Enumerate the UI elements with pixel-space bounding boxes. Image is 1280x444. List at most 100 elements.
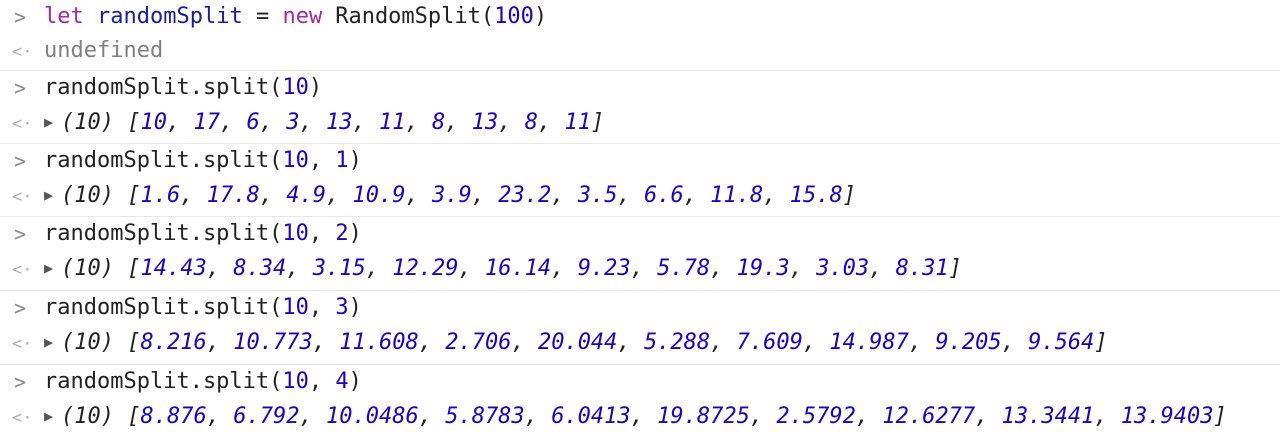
array-item-value: 11.8 bbox=[710, 183, 764, 208]
close-paren: ) bbox=[533, 4, 548, 29]
console-input-code[interactable]: randomSplit.split(10, 1) bbox=[44, 148, 362, 173]
console-input-row[interactable]: > randomSplit.split(10, 4) bbox=[0, 364, 1280, 400]
result-arrow-icon: <· bbox=[12, 334, 33, 354]
array-result[interactable]: ▶ (10) [8.216, 10.773, 11.608, 2.706, 20.… bbox=[44, 330, 1108, 355]
class-name: RandomSplit( bbox=[335, 4, 495, 29]
array-separator: , bbox=[206, 256, 234, 281]
array-separator: , bbox=[630, 256, 658, 281]
console-output-row: <· undefined bbox=[0, 34, 1280, 70]
array-separator: , bbox=[299, 404, 326, 429]
array-result[interactable]: ▶ (10) [14.43, 8.34, 3.15, 12.29, 16.14, … bbox=[44, 256, 962, 281]
array-item-value: 17.8 bbox=[206, 183, 260, 208]
method-call: randomSplit.split( bbox=[44, 221, 283, 246]
array-item-value: 20.044 bbox=[537, 330, 618, 355]
array-separator: , bbox=[511, 330, 538, 355]
assign-operator: = bbox=[255, 4, 270, 29]
array-item-value: 17 bbox=[193, 110, 221, 135]
array-item-value: 8.34 bbox=[233, 256, 287, 281]
array-close-bracket: ] bbox=[1213, 404, 1227, 429]
array-result[interactable]: ▶ (10) [10, 17, 6, 3, 13, 11, 8, 13, 8, 1… bbox=[44, 110, 604, 135]
array-item-value: 8 bbox=[432, 110, 446, 135]
array-separator: , bbox=[524, 404, 552, 429]
console-input-row[interactable]: > randomSplit.split(10, 3) bbox=[0, 290, 1280, 326]
array-values: [14.43, 8.34, 3.15, 12.29, 16.14, 9.23, … bbox=[127, 256, 962, 281]
array-item-value: 13 bbox=[471, 110, 499, 135]
devtools-console: > let randomSplit = new RandomSplit(100) … bbox=[0, 0, 1280, 444]
array-values: [8.216, 10.773, 11.608, 2.706, 20.044, 5… bbox=[127, 330, 1107, 355]
close-paren: ) bbox=[348, 295, 362, 320]
array-values: [8.876, 6.792, 10.0486, 5.8783, 6.0413, … bbox=[127, 404, 1227, 429]
keyword-let: let bbox=[44, 4, 84, 29]
array-item-value: 13 bbox=[326, 110, 353, 135]
expand-triangle-icon[interactable]: ▶ bbox=[44, 407, 53, 425]
console-input-row[interactable]: > randomSplit.split(10, 2) bbox=[0, 216, 1280, 252]
console-output-row: <· ▶ (10) [14.43, 8.34, 3.15, 12.29, 16.1… bbox=[0, 252, 1280, 288]
array-open-bracket: [ bbox=[127, 330, 141, 355]
prompt-chevron-icon: > bbox=[13, 76, 27, 100]
call-arg: 4 bbox=[335, 369, 349, 394]
expand-triangle-icon[interactable]: ▶ bbox=[44, 259, 53, 277]
array-item-value: 2.5792 bbox=[776, 404, 856, 429]
console-input-row[interactable]: > randomSplit.split(10) bbox=[0, 70, 1280, 106]
array-separator: , bbox=[551, 256, 578, 281]
console-input-code[interactable]: randomSplit.split(10, 4) bbox=[44, 369, 362, 394]
expand-triangle-icon[interactable]: ▶ bbox=[44, 113, 53, 131]
array-item-value: 11 bbox=[379, 110, 406, 135]
array-separator: , bbox=[538, 110, 565, 135]
prompt-chevron-icon: > bbox=[13, 222, 27, 246]
array-separator: , bbox=[167, 110, 194, 135]
expand-triangle-icon[interactable]: ▶ bbox=[44, 186, 53, 204]
expand-triangle-icon[interactable]: ▶ bbox=[44, 333, 53, 351]
array-count: (10) bbox=[61, 110, 115, 135]
array-separator: , bbox=[458, 256, 485, 281]
array-close-bracket: ] bbox=[591, 110, 605, 135]
variable-name: randomSplit bbox=[97, 4, 243, 29]
array-result[interactable]: ▶ (10) [8.876, 6.792, 10.0486, 5.8783, 6.… bbox=[44, 404, 1227, 429]
array-item-value: 12.29 bbox=[392, 256, 459, 281]
close-paren: ) bbox=[308, 75, 323, 100]
array-item-value: 3.9 bbox=[431, 183, 472, 208]
console-input-row[interactable]: > randomSplit.split(10, 1) bbox=[0, 143, 1280, 179]
array-item-value: 14.987 bbox=[829, 330, 909, 355]
console-input-row[interactable]: > let randomSplit = new RandomSplit(100) bbox=[0, 0, 1280, 36]
array-item-value: 19.8725 bbox=[657, 404, 750, 429]
array-count: (10) bbox=[61, 183, 115, 208]
array-separator: , bbox=[259, 110, 287, 135]
console-input-code[interactable]: randomSplit.split(10) bbox=[44, 75, 322, 100]
array-item-value: 3.15 bbox=[312, 256, 366, 281]
array-item-value: 19.3 bbox=[736, 256, 790, 281]
array-values: [10, 17, 6, 3, 13, 11, 8, 13, 8, 11] bbox=[127, 110, 604, 135]
call-arg: 3 bbox=[335, 295, 349, 320]
array-result[interactable]: ▶ (10) [1.6, 17.8, 4.9, 10.9, 3.9, 23.2, … bbox=[44, 183, 856, 208]
console-input-code[interactable]: randomSplit.split(10, 3) bbox=[44, 295, 362, 320]
array-open-bracket: [ bbox=[127, 110, 141, 135]
array-item-value: 4.9 bbox=[286, 183, 326, 208]
method-call: randomSplit.split( bbox=[44, 295, 283, 320]
call-arg: 10 bbox=[282, 221, 309, 246]
array-item-value: 6.6 bbox=[643, 183, 684, 208]
call-arg: 1 bbox=[335, 148, 349, 173]
method-call: randomSplit.split( bbox=[44, 75, 283, 100]
array-item-value: 8.31 bbox=[895, 256, 949, 281]
array-item-value: 11 bbox=[564, 110, 592, 135]
console-output-row: <· ▶ (10) [1.6, 17.8, 4.9, 10.9, 3.9, 23.… bbox=[0, 179, 1280, 215]
array-separator: , bbox=[405, 110, 433, 135]
console-input-code[interactable]: let randomSplit = new RandomSplit(100) bbox=[44, 4, 547, 29]
array-item-value: 15.8 bbox=[789, 183, 843, 208]
result-arrow-icon: <· bbox=[12, 42, 33, 62]
method-call: randomSplit.split( bbox=[44, 369, 283, 394]
array-separator: , bbox=[365, 256, 393, 281]
array-separator: , bbox=[286, 256, 313, 281]
call-arg: 2 bbox=[335, 221, 349, 246]
array-item-value: 5.78 bbox=[657, 256, 711, 281]
array-item-value: 1.6 bbox=[140, 183, 181, 208]
close-paren: ) bbox=[348, 221, 362, 246]
result-arrow-icon: <· bbox=[12, 408, 33, 428]
array-separator: , bbox=[299, 110, 327, 135]
array-separator: , bbox=[763, 183, 790, 208]
array-close-bracket: ] bbox=[948, 256, 962, 281]
array-item-value: 9.23 bbox=[577, 256, 631, 281]
console-input-code[interactable]: randomSplit.split(10, 2) bbox=[44, 221, 362, 246]
array-separator: , bbox=[551, 183, 578, 208]
array-separator: , bbox=[326, 183, 353, 208]
